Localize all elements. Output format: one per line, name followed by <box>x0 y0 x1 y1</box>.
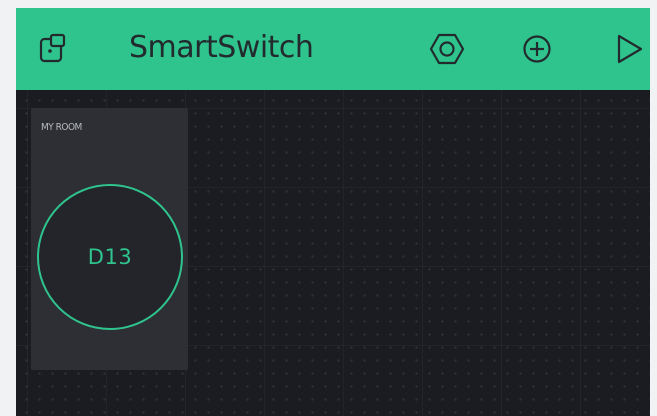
settings-hexagon-icon[interactable] <box>427 29 467 69</box>
app-title: SmartSwitch <box>129 30 314 65</box>
add-widget-icon[interactable] <box>517 29 557 69</box>
switch-button[interactable]: D13 <box>37 184 183 330</box>
widget-label: MY ROOM <box>41 122 82 133</box>
app-window: SmartSwitch MY ROOM D13 <box>16 8 650 416</box>
button-widget[interactable]: MY ROOM D13 <box>31 108 188 370</box>
device-icon[interactable] <box>31 29 71 69</box>
play-icon[interactable] <box>609 29 649 69</box>
pin-label: D13 <box>87 245 133 269</box>
header-bar: SmartSwitch <box>16 8 650 90</box>
